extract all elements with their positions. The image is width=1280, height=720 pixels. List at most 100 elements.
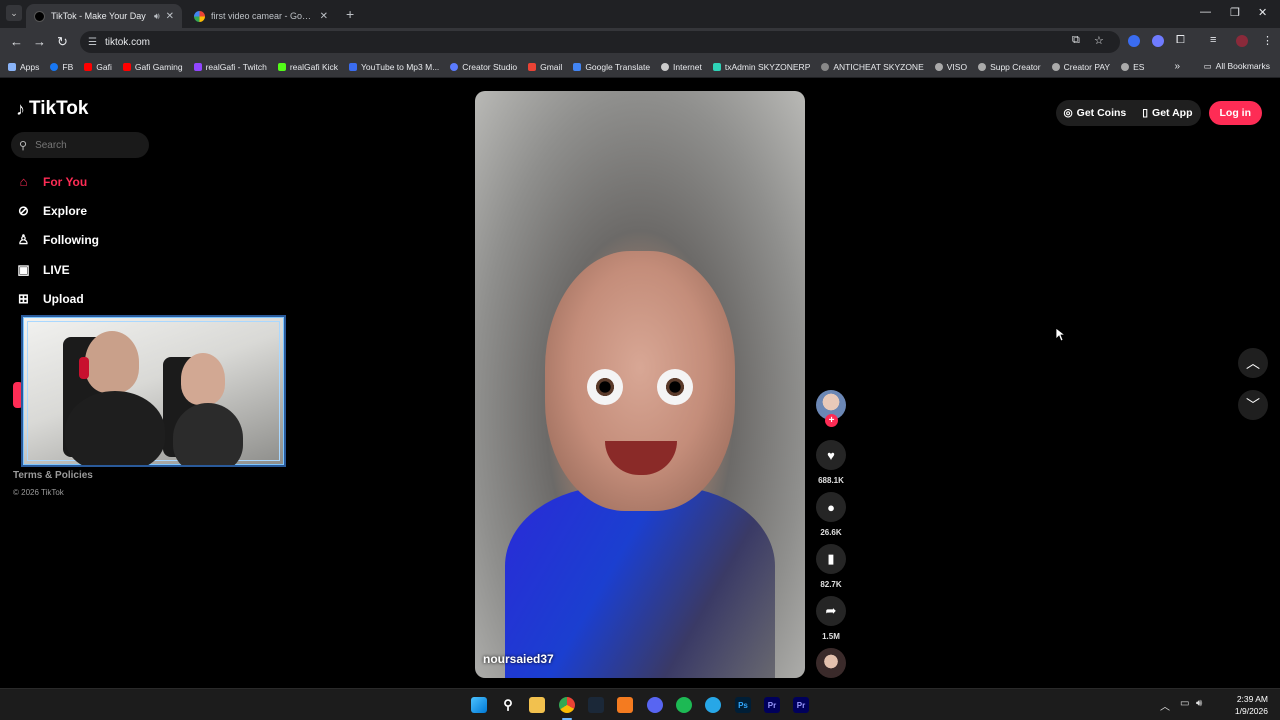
extensions-puzzle-icon[interactable]: ⧠ xyxy=(1176,34,1185,47)
system-clock[interactable]: 2:39 AM 1/9/2026 xyxy=(1235,693,1268,717)
restore-icon[interactable]: ❐ xyxy=(1230,6,1240,19)
reload-icon[interactable]: ↻ xyxy=(57,34,68,50)
folder-icon: ▭ xyxy=(1203,61,1212,71)
install-app-icon[interactable]: ⧉ xyxy=(1072,34,1080,47)
extension-icon[interactable] xyxy=(1128,35,1140,47)
bookmark-item[interactable]: Creator Studio xyxy=(450,62,517,72)
minimize-icon[interactable]: — xyxy=(1200,6,1211,18)
back-icon[interactable]: ← xyxy=(10,34,23,49)
bookmark-item[interactable]: Creator PAY xyxy=(1051,62,1110,72)
translate-icon xyxy=(573,62,582,71)
bookmark-item[interactable]: Google Translate xyxy=(573,62,650,72)
comment-button[interactable]: ● xyxy=(816,492,846,522)
search-placeholder: Search xyxy=(35,139,67,151)
all-bookmarks-button[interactable]: ▭ All Bookmarks xyxy=(1204,61,1270,72)
terms-policies-link[interactable]: Terms & Policies xyxy=(13,470,93,481)
globe-icon xyxy=(1121,62,1130,71)
close-tab-icon[interactable]: ✕ xyxy=(320,11,328,22)
copyright-text: © 2026 TikTok xyxy=(13,488,64,497)
nav-upload[interactable]: ⊞ Upload xyxy=(16,291,84,307)
previous-video-button[interactable]: ︿ xyxy=(1238,348,1268,378)
premiere-icon[interactable]: Pr xyxy=(764,697,780,713)
music-disc-avatar[interactable] xyxy=(816,648,846,678)
plus-square-icon: ⊞ xyxy=(18,291,29,306)
bookmark-item[interactable]: realGafi Kick xyxy=(277,62,338,72)
bookmark-item[interactable]: Gafi Gaming xyxy=(122,62,183,72)
globe-icon xyxy=(934,62,943,71)
network-icon[interactable]: ▭ xyxy=(1180,698,1189,709)
close-tab-icon[interactable]: ✕ xyxy=(166,11,174,22)
get-coins-button[interactable]: ◎ Get Coins xyxy=(1055,100,1135,126)
chevron-down-icon: ﹀ xyxy=(1246,397,1260,413)
globe-icon xyxy=(1051,62,1060,71)
discord-icon[interactable] xyxy=(647,697,663,713)
spotify-icon[interactable] xyxy=(676,697,692,713)
volume-icon[interactable]: 🔊︎ xyxy=(1196,698,1202,709)
steam-icon[interactable] xyxy=(588,697,604,713)
more-bookmarks-icon[interactable]: » xyxy=(1174,61,1180,72)
bookmark-item[interactable]: ANTICHEAT SKYZONE xyxy=(821,62,924,72)
facebook-icon xyxy=(50,62,59,71)
tab-title: TikTok - Make Your Day xyxy=(51,11,146,21)
tiktok-logo[interactable]: ♪ TikTok xyxy=(16,98,88,120)
nav-following[interactable]: ♙ Following xyxy=(16,232,99,248)
new-tab-icon[interactable]: + xyxy=(346,6,354,22)
bookmark-item[interactable]: YouTube to Mp3 M... xyxy=(349,62,439,72)
follow-plus-icon[interactable]: + xyxy=(825,414,838,427)
speaker-icon[interactable]: 🔊︎ xyxy=(154,11,160,22)
media-controls-icon[interactable]: ≡ xyxy=(1210,34,1216,46)
photoshop-icon[interactable]: Ps xyxy=(735,697,751,713)
save-button[interactable]: ▮ xyxy=(816,544,846,574)
like-button[interactable]: ♥ xyxy=(816,440,846,470)
mouse-cursor-icon xyxy=(1055,327,1065,342)
bookmark-item[interactable]: FB xyxy=(50,62,73,72)
bookmark-item[interactable]: ES xyxy=(1121,62,1144,72)
login-button[interactable]: Log in xyxy=(1208,101,1262,125)
premiere-icon[interactable]: Pr xyxy=(793,697,809,713)
search-input[interactable]: ⚲ Search xyxy=(11,132,149,158)
bookmark-star-icon[interactable]: ☆ xyxy=(1094,34,1104,47)
extension-icon[interactable] xyxy=(1152,35,1164,47)
nav-explore[interactable]: ⊘ Explore xyxy=(16,203,87,219)
bookmark-item[interactable]: txAdmin SKYZONERP xyxy=(712,62,810,72)
bookmark-item[interactable]: Gafi xyxy=(84,62,112,72)
tray-chevron-icon[interactable]: ︿ xyxy=(1160,698,1170,713)
meta-icon xyxy=(450,62,459,71)
profile-avatar-icon[interactable] xyxy=(1236,35,1248,47)
tab-google-search[interactable]: first video camear - Google Sea ✕ xyxy=(186,4,336,28)
nav-live[interactable]: ▣ LIVE xyxy=(16,262,69,278)
youtube-icon xyxy=(122,62,131,71)
person-icon: ♙ xyxy=(17,232,30,247)
share-button[interactable]: ➦ xyxy=(816,596,846,626)
menu-kebab-icon[interactable]: ⋮ xyxy=(1262,34,1273,47)
guest-shirt xyxy=(173,403,243,465)
apps-grid-icon xyxy=(8,62,16,71)
telegram-icon[interactable] xyxy=(705,697,721,713)
nav-for-you[interactable]: ⌂ For You xyxy=(16,174,88,189)
bookmark-item[interactable]: VISO xyxy=(934,62,967,72)
bookmark-item[interactable]: Internet xyxy=(661,62,702,72)
forward-icon[interactable]: → xyxy=(33,34,46,49)
tab-tiktok[interactable]: TikTok - Make Your Day 🔊︎ ✕ xyxy=(26,4,182,28)
save-count: 82.7K xyxy=(820,580,842,589)
close-window-icon[interactable]: ✕ xyxy=(1258,6,1267,19)
bookmark-item[interactable]: Supp Creator xyxy=(978,62,1041,72)
video-username[interactable]: noursaied37 xyxy=(483,652,554,666)
bookmark-item[interactable]: Gmail xyxy=(528,62,562,72)
file-explorer-icon[interactable] xyxy=(529,697,545,713)
comment-bubble-icon: ● xyxy=(827,499,835,515)
search-icon[interactable]: ⚲ xyxy=(500,697,516,713)
windows-start-icon[interactable] xyxy=(471,697,487,713)
clock-time: 2:39 AM xyxy=(1236,694,1268,704)
vlc-icon[interactable] xyxy=(617,697,633,713)
bookmark-item[interactable]: Apps xyxy=(8,62,39,72)
bookmark-item[interactable]: realGafi - Twitch xyxy=(193,62,267,72)
chrome-icon[interactable] xyxy=(559,697,575,713)
site-info-icon[interactable]: ☰ xyxy=(88,37,97,48)
get-app-button[interactable]: ▯ Get App xyxy=(1134,100,1201,126)
video-subject-jacket xyxy=(505,486,775,678)
next-video-button[interactable]: ﹀ xyxy=(1238,390,1268,420)
video-player[interactable]: noursaied37 xyxy=(475,91,805,678)
address-bar[interactable]: ☰ tiktok.com xyxy=(80,31,1120,53)
tab-search-button[interactable]: ⌄ xyxy=(6,5,22,21)
